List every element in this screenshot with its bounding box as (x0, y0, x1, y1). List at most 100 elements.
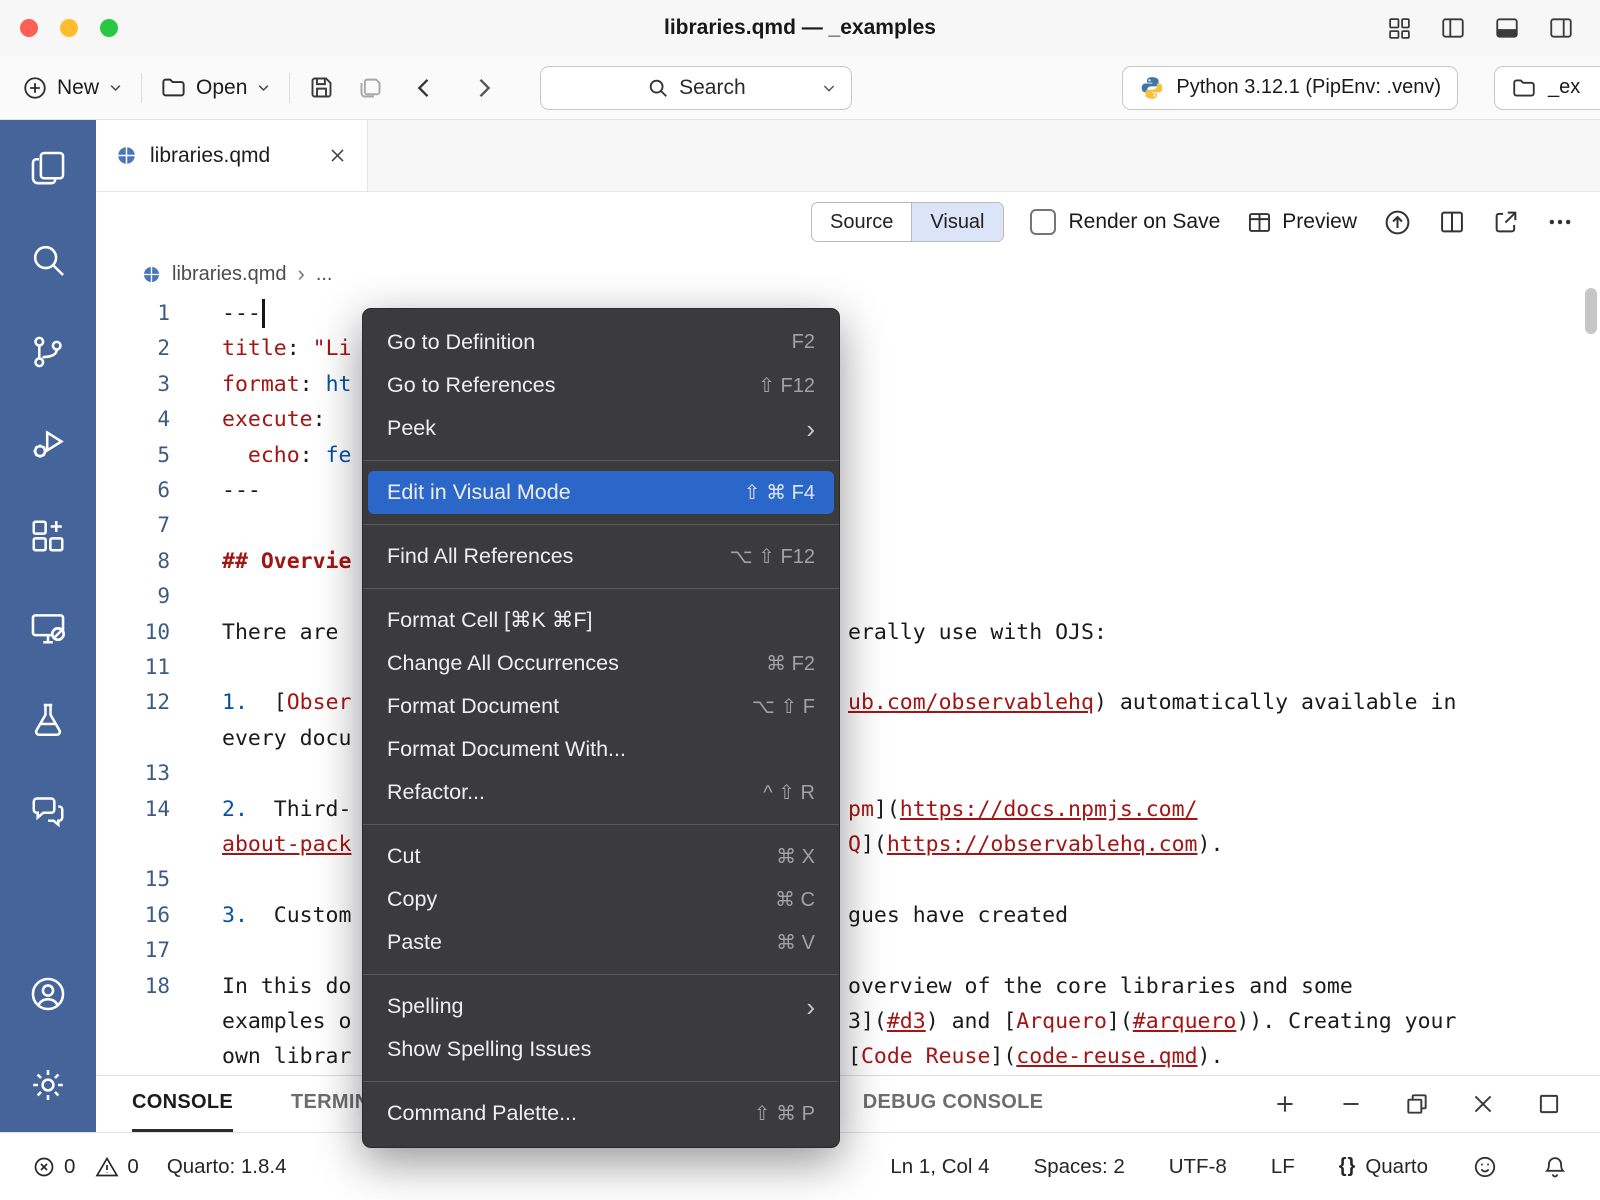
project-selector[interactable]: _ex (1494, 66, 1600, 110)
menu-item-peek[interactable]: Peek› (363, 407, 839, 450)
back-button[interactable] (410, 74, 438, 102)
code-row: every docu (96, 721, 1600, 756)
encoding[interactable]: UTF-8 (1169, 1155, 1227, 1179)
menu-item-copy[interactable]: Copy⌘ C (363, 878, 839, 921)
open-external-icon[interactable] (1492, 208, 1520, 236)
explorer-icon[interactable] (0, 122, 96, 214)
save-all-button[interactable] (357, 74, 384, 101)
source-mode-button[interactable]: Source (812, 203, 911, 241)
code-row: 142. Third-pm](https://docs.npmjs.com/ (96, 792, 1600, 827)
menu-item-format-cell-k-f[interactable]: Format Cell [⌘K ⌘F] (363, 599, 839, 642)
panel-tab-console[interactable]: CONSOLE (132, 1076, 233, 1132)
project-label: _ex (1548, 76, 1580, 99)
split-editor-icon[interactable] (1438, 208, 1466, 236)
plus-circle-icon (22, 75, 48, 101)
menu-item-edit-in-visual-mode[interactable]: Edit in Visual Mode⇧ ⌘ F4 (368, 471, 834, 514)
line-number: 4 (96, 402, 170, 437)
indentation[interactable]: Spaces: 2 (1034, 1155, 1125, 1179)
code-row: 8## Overvie (96, 544, 1600, 579)
render-on-save-checkbox[interactable] (1030, 209, 1056, 235)
line-number: 10 (96, 615, 170, 650)
problems-errors[interactable]: 0 (32, 1155, 75, 1179)
menu-item-cut[interactable]: Cut⌘ X (363, 835, 839, 878)
panel-tab-debug-console[interactable]: DEBUG CONSOLE (863, 1076, 1044, 1132)
feedback-smiley-icon[interactable] (1472, 1154, 1498, 1180)
chevron-down-icon (256, 80, 271, 95)
testing-flask-icon[interactable] (0, 674, 96, 766)
new-label: New (57, 76, 99, 100)
language-mode[interactable]: {} Quarto (1339, 1155, 1428, 1179)
line-number: 5 (96, 438, 170, 473)
editor-toolbar: Source Visual Render on Save Preview (96, 192, 1600, 252)
warning-count: 0 (127, 1155, 138, 1179)
editor[interactable]: 1---2title: "Li3format: ht4execute:5 ech… (96, 296, 1600, 1075)
folder-icon (160, 74, 187, 101)
tab-strip: libraries.qmd (96, 120, 1600, 192)
text-cursor (262, 299, 265, 328)
quarto-file-icon (142, 265, 161, 284)
line-number: 18 (96, 969, 170, 1004)
forward-button[interactable] (470, 74, 498, 102)
menu-item-refactor[interactable]: Refactor...^ ⇧ R (363, 771, 839, 814)
search-box[interactable]: Search (540, 66, 852, 110)
menu-item-find-all-references[interactable]: Find All References⌥ ⇧ F12 (363, 535, 839, 578)
search-icon[interactable] (0, 214, 96, 306)
comments-icon[interactable] (0, 766, 96, 858)
panel-close-icon[interactable] (1470, 1091, 1496, 1117)
editor-scrollbar[interactable] (1585, 288, 1597, 334)
menu-item-spelling[interactable]: Spelling› (363, 985, 839, 1028)
panel-maximize-icon[interactable] (1536, 1091, 1562, 1117)
settings-gear-icon[interactable] (0, 1040, 96, 1132)
more-actions-icon[interactable] (1546, 208, 1574, 236)
cursor-position[interactable]: Ln 1, Col 4 (890, 1155, 989, 1179)
render-publish-icon[interactable] (1383, 208, 1412, 237)
panel-minimize-icon[interactable] (1338, 1091, 1364, 1117)
run-debug-icon[interactable] (0, 398, 96, 490)
line-number: 11 (96, 650, 170, 685)
line-number: 7 (96, 508, 170, 543)
toggle-panel-icon[interactable] (1494, 15, 1520, 41)
quarto-version[interactable]: Quarto: 1.8.4 (167, 1155, 287, 1179)
notifications-bell-icon[interactable] (1542, 1154, 1568, 1180)
bottom-panel: CONSOLETERMINALDEBUG CONSOLE (96, 1075, 1600, 1132)
toggle-secondary-sidebar-icon[interactable] (1548, 15, 1574, 41)
panel-add-icon[interactable] (1272, 1091, 1298, 1117)
interpreter-selector[interactable]: Python 3.12.1 (PipEnv: .venv) (1122, 66, 1458, 110)
extensions-icon[interactable] (0, 490, 96, 582)
submenu-chevron-icon: › (806, 994, 815, 1020)
breadcrumb-file[interactable]: libraries.qmd (172, 263, 286, 286)
toggle-sidebar-icon[interactable] (1440, 15, 1466, 41)
save-button[interactable] (308, 74, 335, 101)
source-visual-toggle: Source Visual (811, 202, 1004, 242)
menu-item-go-to-references[interactable]: Go to References⇧ F12 (363, 364, 839, 407)
code-row: 5 echo: fe (96, 438, 1600, 473)
menu-item-format-document[interactable]: Format Document⌥ ⇧ F (363, 685, 839, 728)
submenu-chevron-icon: › (806, 416, 815, 442)
menu-item-format-document-with[interactable]: Format Document With... (363, 728, 839, 771)
line-number: 1 (96, 296, 170, 331)
account-icon[interactable] (0, 948, 96, 1040)
menu-item-change-all-occurrences[interactable]: Change All Occurrences⌘ F2 (363, 642, 839, 685)
render-on-save-label: Render on Save (1069, 210, 1221, 234)
chevron-down-icon (108, 80, 123, 95)
menu-item-go-to-definition[interactable]: Go to DefinitionF2 (363, 321, 839, 364)
source-control-icon[interactable] (0, 306, 96, 398)
panel-restore-icon[interactable] (1404, 1091, 1430, 1117)
close-tab-icon[interactable] (328, 146, 347, 165)
menu-item-show-spelling-issues[interactable]: Show Spelling Issues (363, 1028, 839, 1071)
sessions-monitor-icon[interactable] (0, 582, 96, 674)
preview-button[interactable]: Preview (1246, 209, 1357, 236)
eol[interactable]: LF (1271, 1155, 1295, 1179)
tab-libraries-qmd[interactable]: libraries.qmd (96, 120, 368, 191)
problems-warnings[interactable]: 0 (95, 1155, 138, 1179)
menu-item-command-palette[interactable]: Command Palette...⇧ ⌘ P (363, 1092, 839, 1135)
breadcrumb-ellipsis[interactable]: ... (316, 263, 333, 286)
new-button[interactable]: New (22, 75, 123, 101)
code-row: examples o3](#d3) and [Arquero](#arquero… (96, 1004, 1600, 1039)
customize-layout-icon[interactable] (1387, 16, 1412, 41)
visual-mode-button[interactable]: Visual (911, 203, 1002, 241)
menu-item-paste[interactable]: Paste⌘ V (363, 921, 839, 964)
tab-label: libraries.qmd (150, 144, 270, 168)
open-button[interactable]: Open (160, 74, 271, 101)
interpreter-label: Python 3.12.1 (PipEnv: .venv) (1176, 76, 1441, 99)
